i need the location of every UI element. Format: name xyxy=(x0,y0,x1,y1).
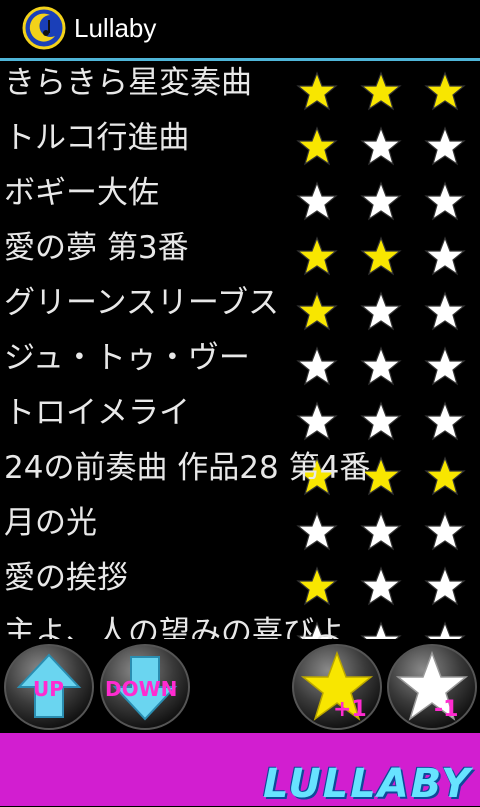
star-empty-icon xyxy=(424,346,466,386)
star-filled-icon xyxy=(296,291,338,331)
song-title: 愛の夢 第3番 xyxy=(4,230,189,266)
song-row[interactable]: 愛の挨拶 xyxy=(0,556,480,611)
star-empty-icon xyxy=(424,566,466,606)
star-empty-icon xyxy=(360,346,402,386)
song-row[interactable]: 月の光 xyxy=(0,501,480,556)
song-title: トロイメライ xyxy=(4,395,190,431)
song-row[interactable]: トルコ行進曲 xyxy=(0,116,480,171)
song-title: 24の前奏曲 作品28 第4番 xyxy=(4,450,371,486)
title-bar: Lullaby xyxy=(0,0,480,58)
star-filled-icon xyxy=(296,71,338,111)
star-empty-icon xyxy=(424,236,466,276)
down-button-label: DOWN xyxy=(105,677,178,701)
star-filled-icon xyxy=(296,566,338,606)
star-empty-icon xyxy=(360,621,402,639)
song-title: ボギー大佐 xyxy=(4,175,159,211)
star-empty-icon xyxy=(424,181,466,221)
star-minus-label: -1 xyxy=(434,697,459,722)
star-minus-button[interactable]: -1 xyxy=(386,643,478,731)
star-empty-icon xyxy=(360,401,402,441)
song-row[interactable]: ジュ・トゥ・ヴー xyxy=(0,336,480,391)
song-row[interactable]: 主よ、人の望みの喜びよ xyxy=(0,611,480,639)
star-empty-icon xyxy=(360,511,402,551)
star-filled-icon xyxy=(360,236,402,276)
song-title: グリーンスリーブス xyxy=(4,285,279,321)
song-row[interactable]: 24の前奏曲 作品28 第4番 xyxy=(0,446,480,501)
banner-ad[interactable]: LULLABY xyxy=(0,733,480,807)
star-empty-icon xyxy=(424,401,466,441)
banner-logo: LULLABY xyxy=(263,761,472,807)
star-empty-icon xyxy=(296,401,338,441)
star-empty-icon xyxy=(424,291,466,331)
song-row[interactable]: ボギー大佐 xyxy=(0,171,480,226)
song-title: 主よ、人の望みの喜びよ xyxy=(4,615,345,639)
song-title: 月の光 xyxy=(4,505,97,541)
star-empty-icon xyxy=(296,511,338,551)
moon-music-icon xyxy=(22,6,66,50)
control-bar: UP DOWN +1 -1 xyxy=(0,639,480,733)
star-empty-icon xyxy=(360,126,402,166)
song-row[interactable]: 愛の夢 第3番 xyxy=(0,226,480,281)
star-empty-icon xyxy=(424,621,466,639)
song-title: 愛の挨拶 xyxy=(4,560,128,596)
song-title: トルコ行進曲 xyxy=(4,120,190,156)
star-empty-icon xyxy=(360,181,402,221)
down-button[interactable]: DOWN xyxy=(99,643,191,731)
star-plus-label: +1 xyxy=(333,697,367,722)
star-plus-button[interactable]: +1 xyxy=(291,643,383,731)
song-row[interactable]: グリーンスリーブス xyxy=(0,281,480,336)
song-row[interactable]: トロイメライ xyxy=(0,391,480,446)
star-empty-icon xyxy=(424,511,466,551)
star-filled-icon xyxy=(360,71,402,111)
song-list[interactable]: きらきら星変奏曲 トルコ行進曲 ボギー大佐愛の夢 第3番グリーンスリーブス ジュ・トゥ… xyxy=(0,61,480,639)
star-filled-icon xyxy=(296,126,338,166)
star-empty-icon xyxy=(360,291,402,331)
up-button[interactable]: UP xyxy=(3,643,95,731)
star-empty-icon xyxy=(296,346,338,386)
star-filled-icon xyxy=(296,236,338,276)
song-row[interactable]: きらきら星変奏曲 xyxy=(0,61,480,116)
star-filled-icon xyxy=(424,71,466,111)
song-title: ジュ・トゥ・ヴー xyxy=(4,340,250,376)
star-empty-icon xyxy=(424,126,466,166)
up-button-label: UP xyxy=(33,677,64,701)
app-title: Lullaby xyxy=(74,13,157,43)
star-empty-icon xyxy=(360,566,402,606)
star-empty-icon xyxy=(296,181,338,221)
star-filled-icon xyxy=(424,456,466,496)
song-title: きらきら星変奏曲 xyxy=(4,65,252,101)
